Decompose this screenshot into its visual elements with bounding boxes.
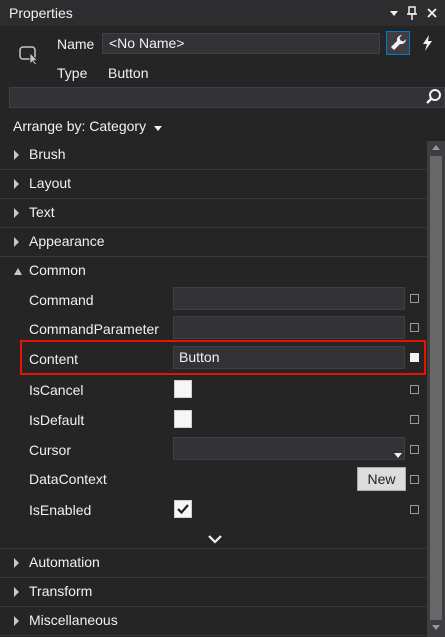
category-miscellaneous[interactable]: Miscellaneous [0,607,427,636]
category-label: Automation [29,554,100,570]
is-enabled-checkbox[interactable] [174,500,192,518]
scroll-down-arrow[interactable] [432,625,440,630]
close-icon[interactable] [424,4,440,22]
category-brush[interactable]: Brush [0,141,427,170]
expand-icon [14,587,19,597]
data-context-label: DataContext [29,471,107,487]
category-label: Miscellaneous [29,612,118,628]
category-appearance[interactable]: Appearance [0,228,427,257]
data-context-marker[interactable] [410,475,419,484]
is-cancel-checkbox[interactable] [174,380,192,398]
search-icon[interactable] [425,88,443,109]
category-text[interactable]: Text [0,199,427,228]
wrench-icon [387,34,409,57]
name-label: Name [57,36,95,52]
category-label: Text [29,204,55,220]
category-layout[interactable]: Layout [0,170,427,199]
is-cancel-marker[interactable] [410,385,419,394]
category-common[interactable]: Common [0,257,427,286]
type-label: Type [57,65,88,81]
events-button[interactable] [416,31,440,55]
command-parameter-marker[interactable] [410,323,419,332]
command-parameter-field[interactable] [173,316,405,339]
name-field[interactable]: <No Name> [102,33,380,54]
cursor-marker[interactable] [410,445,419,454]
is-cancel-label: IsCancel [29,382,84,398]
arrange-by-dropdown[interactable]: Arrange by: Category [13,118,162,135]
collapse-icon [14,268,22,275]
pin-icon[interactable] [404,4,420,22]
window-title: Properties [9,5,73,21]
expand-icon [14,150,19,160]
is-default-checkbox[interactable] [174,410,192,428]
expand-icon [14,208,19,218]
expand-icon [14,558,19,568]
category-automation[interactable]: Automation [0,549,427,578]
pointer-icon [18,44,42,69]
new-button[interactable]: New [357,467,406,491]
scrollbar-thumb[interactable] [430,156,442,620]
category-label: Layout [29,175,72,191]
lightning-icon [416,35,440,58]
is-default-marker[interactable] [410,415,419,424]
category-label: Common [29,262,86,278]
category-label: Brush [29,146,66,162]
command-parameter-label: CommandParameter [29,321,159,337]
content-label: Content [29,351,79,367]
type-value: Button [108,65,149,81]
search-input[interactable] [9,87,445,108]
category-label: Appearance [29,233,105,249]
checkmark-icon [175,504,191,520]
dropdown-icon[interactable] [386,4,402,22]
scroll-up-arrow[interactable] [432,145,440,150]
category-transform[interactable]: Transform [0,578,427,607]
cursor-label: Cursor [29,442,72,458]
expand-icon [14,237,19,247]
content-field[interactable]: Button [173,346,405,369]
cursor-dropdown[interactable] [173,437,405,460]
expand-icon [14,616,19,626]
command-field[interactable] [173,287,405,310]
is-default-label: IsDefault [29,412,85,428]
properties-button[interactable] [386,31,410,55]
category-label: Transform [29,583,93,599]
command-label: Command [29,292,94,308]
chevron-down-icon [153,119,162,135]
arrange-by-label: Arrange by: Category [13,118,147,134]
expand-more-icon[interactable] [207,533,223,549]
content-marker[interactable] [410,353,419,362]
expand-icon [14,179,19,189]
is-enabled-label: IsEnabled [29,502,92,518]
dropdown-arrow-icon [394,446,402,462]
command-marker[interactable] [410,294,419,303]
is-enabled-marker[interactable] [410,505,419,514]
title-bar: Properties [0,0,445,26]
